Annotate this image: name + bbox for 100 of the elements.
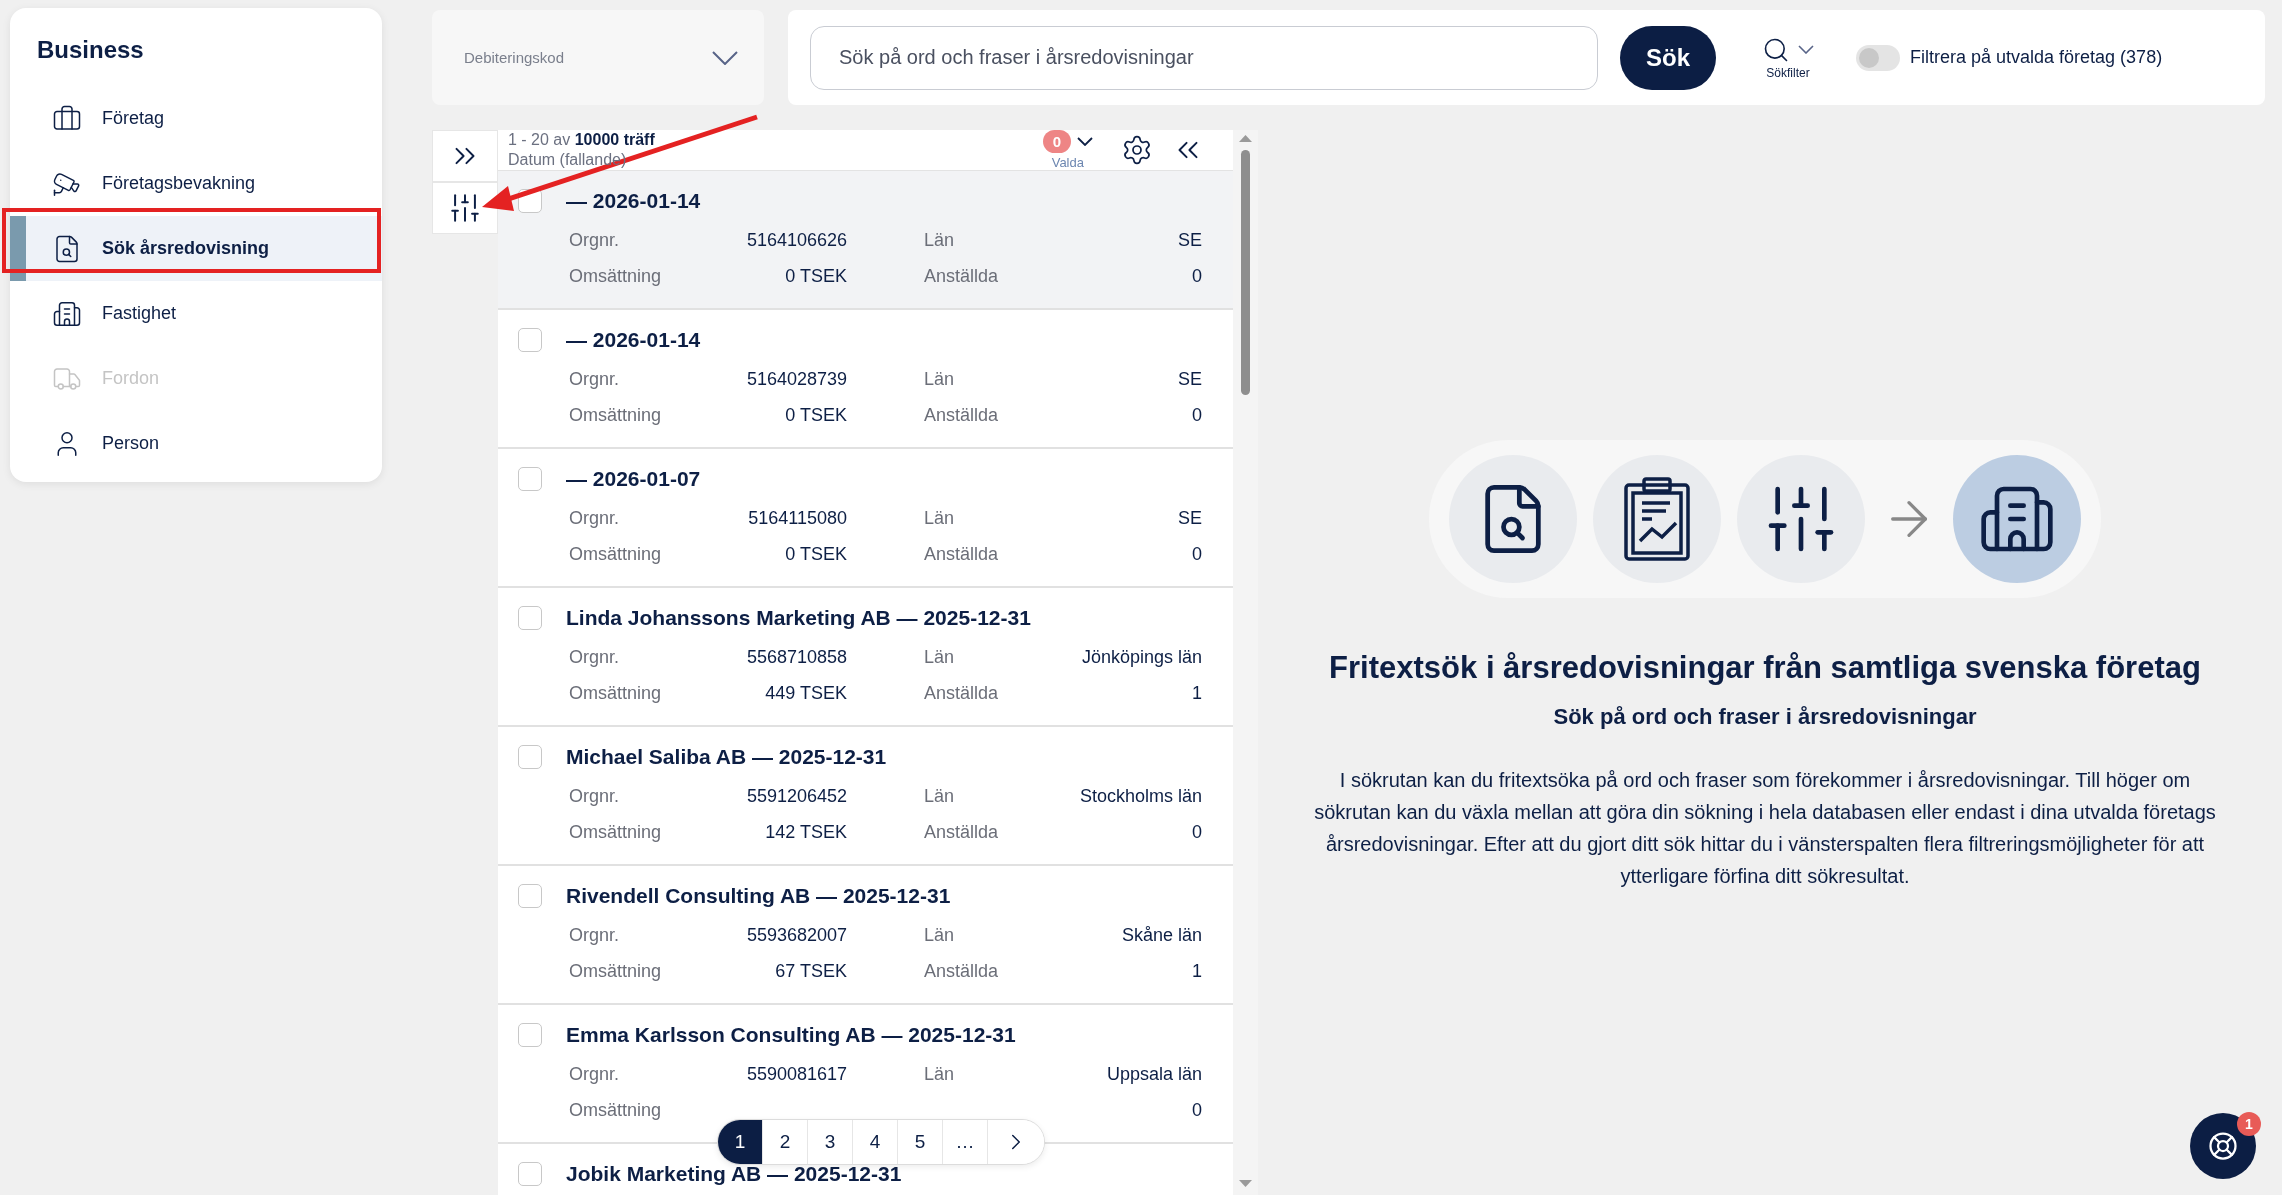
field-label: Orgnr. — [569, 1063, 621, 1085]
field-value: Stockholms län — [1078, 785, 1202, 807]
billing-code-dropdown[interactable]: Debiteringskod — [432, 10, 764, 105]
chevron-down-icon — [712, 50, 738, 65]
field-label: Omsättning — [569, 404, 663, 426]
result-title: Linda Johanssons Marketing AB — 2025-12-31 — [566, 606, 1031, 630]
field-value: 0 — [1191, 265, 1202, 287]
filter-button[interactable] — [432, 182, 498, 234]
field-value: 1 — [1191, 682, 1202, 704]
clipboard-chart-icon — [1622, 477, 1692, 561]
checkbox[interactable] — [518, 884, 542, 908]
field-label: Län — [924, 368, 956, 390]
field-label: Anställda — [924, 265, 1000, 287]
result-row[interactable]: — 2026-01-14 Orgnr. 5164106626 Län SE Omsättning 0 TSEK Anställda 0 — [498, 171, 1233, 310]
field-value: SE — [1177, 368, 1202, 390]
field-label: Län — [924, 646, 956, 668]
field-value: SE — [1177, 229, 1202, 251]
result-title: — 2026-01-14 — [566, 189, 701, 213]
field-value: 5591206452 — [745, 785, 847, 807]
field-value: 0 — [1191, 821, 1202, 843]
page-button[interactable]: 5 — [898, 1120, 943, 1164]
field-label: Orgnr. — [569, 507, 621, 529]
search-filter-button[interactable]: Sökfilter — [1758, 35, 1818, 80]
result-title: Michael Saliba AB — 2025-12-31 — [566, 745, 887, 769]
field-value: 1 — [1191, 960, 1202, 982]
field-value: 0 — [1191, 543, 1202, 565]
page-button[interactable]: … — [943, 1120, 988, 1164]
page-button[interactable]: 4 — [853, 1120, 898, 1164]
result-title: — 2026-01-07 — [566, 467, 701, 491]
notification-badge: 1 — [2237, 1112, 2261, 1136]
field-value: 0 TSEK — [784, 265, 847, 287]
field-label: Orgnr. — [569, 368, 621, 390]
field-label: Orgnr. — [569, 924, 621, 946]
field-value: 5164115080 — [747, 507, 847, 529]
sidebar-title: Business — [36, 36, 145, 64]
checkbox[interactable] — [518, 1023, 542, 1047]
chevron-down-icon — [1798, 45, 1814, 54]
field-label: Anställda — [924, 682, 1000, 704]
sidebar-item[interactable]: Person — [10, 411, 382, 476]
field-value: 5593682007 — [745, 924, 847, 946]
page-button[interactable]: 1 — [718, 1120, 763, 1164]
field-label: Anställda — [924, 404, 1000, 426]
chevron-down-icon — [1077, 137, 1093, 146]
field-value: Skåne län — [1120, 924, 1202, 946]
field-label: Anställda — [924, 960, 1000, 982]
field-label: Omsättning — [569, 265, 663, 287]
search-field[interactable]: Sök på ord och fraser i årsredovisningar — [810, 25, 1598, 90]
field-value: 5568710858 — [745, 646, 847, 668]
result-title: Rivendell Consulting AB — 2025-12-31 — [566, 884, 951, 908]
checkbox[interactable] — [518, 606, 542, 630]
lifebuoy-icon — [2208, 1131, 2238, 1161]
hero-title: Fritextsök i årsredovisningar från samtliga svenska företag — [1329, 650, 2201, 686]
toggle-label: Filtrera på utvalda företag (378) — [1910, 47, 2163, 68]
selected-dropdown[interactable]: 0 Valda — [1042, 130, 1093, 170]
field-value: 67 TSEK — [774, 960, 847, 982]
field-label: Anställda — [924, 821, 1000, 843]
field-value: SE — [1177, 507, 1202, 529]
next-page-button[interactable] — [988, 1120, 1044, 1164]
field-value: 5164106626 — [745, 229, 847, 251]
field-value: 5590081617 — [745, 1063, 847, 1085]
field-label: Omsättning — [569, 821, 663, 843]
sidebar-item[interactable]: Sök årsredovisning — [10, 216, 382, 281]
field-label: Län — [924, 507, 956, 529]
field-label: Orgnr. — [569, 785, 621, 807]
settings-icon — [1121, 134, 1153, 166]
result-title: Jobik Marketing AB — 2025-12-31 — [566, 1162, 902, 1186]
sliders-icon — [448, 191, 482, 225]
result-count: 1 - 20 av 10000 träff — [508, 130, 656, 150]
field-label: Län — [924, 229, 956, 251]
checkbox[interactable] — [518, 1162, 542, 1186]
field-label: Orgnr. — [569, 646, 621, 668]
toggle-switch[interactable] — [1856, 44, 1900, 71]
checkbox[interactable] — [518, 328, 542, 352]
result-title: — 2026-01-14 — [566, 328, 701, 352]
field-value: Uppsala län — [1105, 1063, 1202, 1085]
result-title: Emma Karlsson Consulting AB — 2025-12-31 — [566, 1023, 1016, 1047]
hero-description: I sökrutan kan du fritextsöka på ord och fraser som förekommer i årsredovisningar. Till höger om sökrutan kan du växla mellan att göra din sökning i hela databasen eller endast i dina utvalda företags årsredovisningar. Efter att du gjort ditt sök hittar du i vänsterspalten flera filtreringsmöjligheter för att ytterligare förfina ditt sökresultat. — [1313, 768, 2217, 889]
field-value: 5164028739 — [745, 368, 847, 390]
checkbox[interactable] — [518, 467, 542, 491]
field-label: Orgnr. — [569, 229, 621, 251]
checkbox[interactable] — [518, 745, 542, 769]
settings-button[interactable] — [1121, 134, 1153, 166]
sidebar-item[interactable]: Företagsbevakning — [10, 151, 382, 216]
page-button[interactable]: 3 — [808, 1120, 853, 1164]
field-label: Omsättning — [569, 1099, 663, 1121]
field-label: Omsättning — [569, 682, 663, 704]
sidebar-item[interactable]: Företag — [10, 86, 382, 151]
field-label: Län — [924, 785, 956, 807]
field-label: Omsättning — [569, 960, 663, 982]
page-button[interactable]: 2 — [763, 1120, 808, 1164]
hero-subtitle: Sök på ord och fraser i årsredovisningar — [1553, 704, 1977, 730]
field-value: 0 — [1191, 1099, 1202, 1121]
search-button[interactable]: Sök — [1620, 25, 1716, 90]
sidebar-item[interactable]: Fastighet — [10, 281, 382, 346]
field-label: Län — [924, 1063, 956, 1085]
field-value: 142 TSEK — [764, 821, 847, 843]
field-label: Omsättning — [569, 543, 663, 565]
field-label: Anställda — [924, 543, 1000, 565]
field-value: Jönköpings län — [1080, 646, 1202, 668]
field-value: 0 TSEK — [784, 543, 847, 565]
